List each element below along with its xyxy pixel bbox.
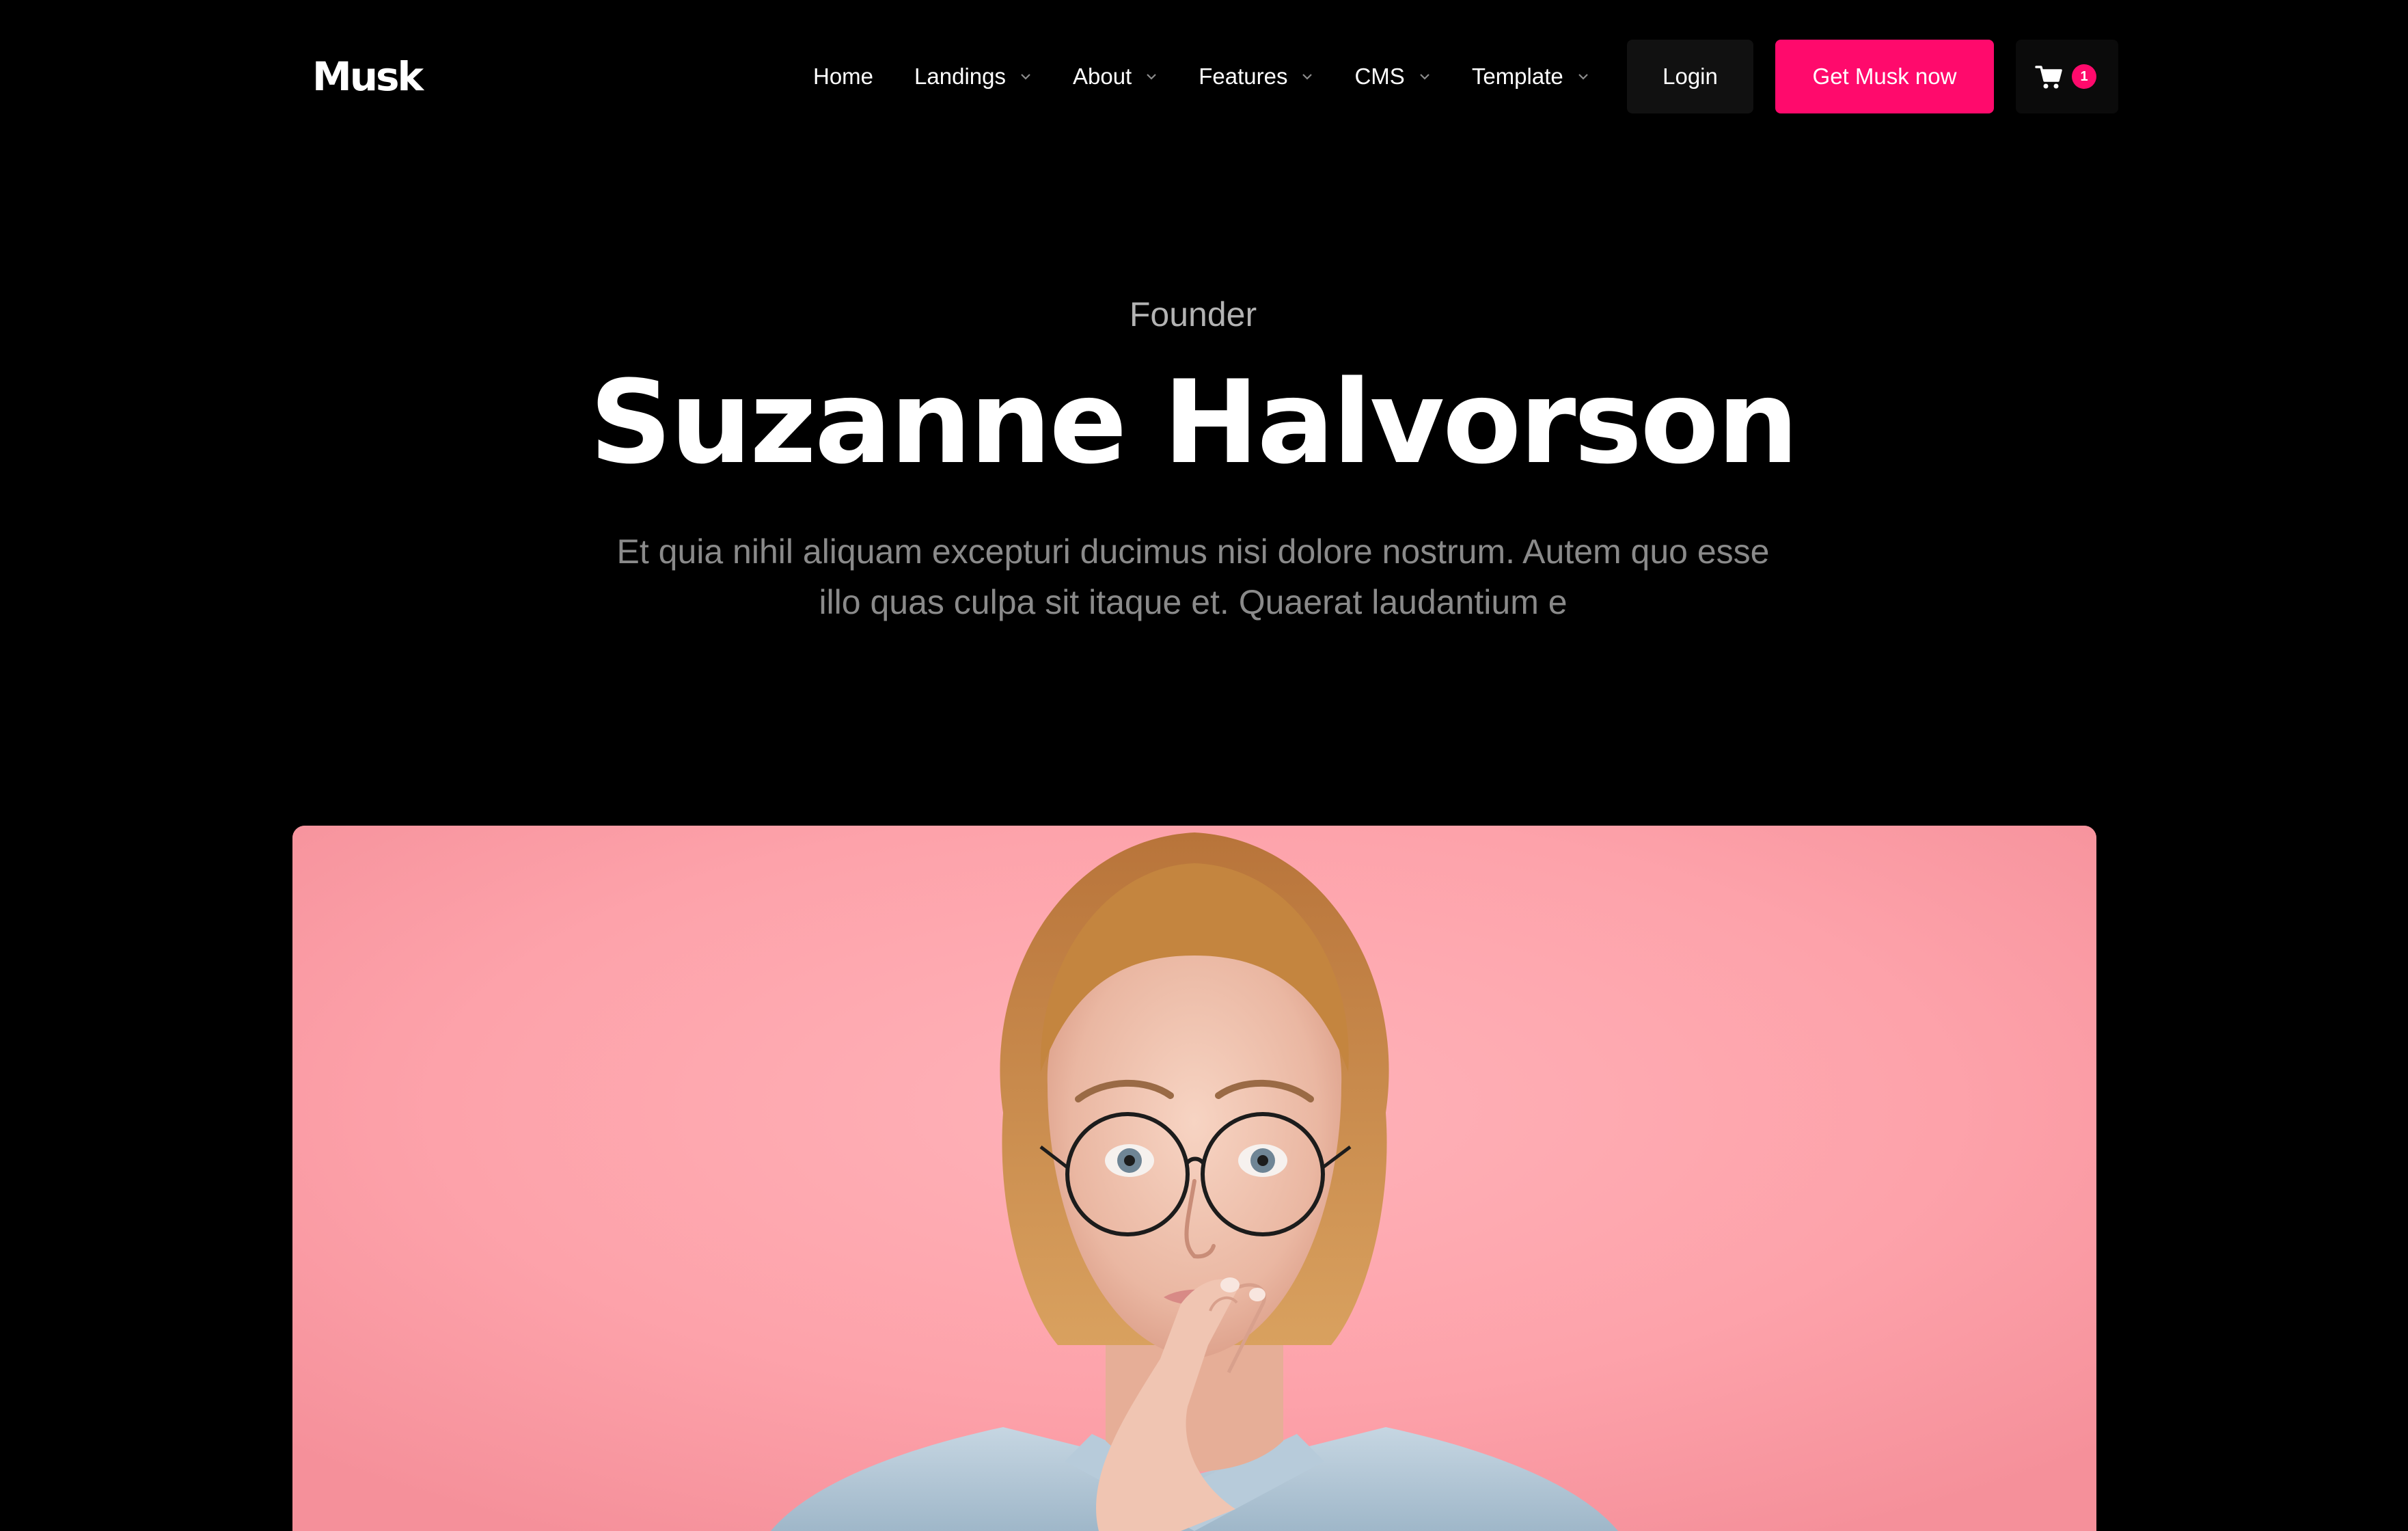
- nav-item-home[interactable]: Home: [813, 64, 873, 90]
- nav-item-about[interactable]: About: [1073, 64, 1158, 90]
- nav-item-label: Landings: [914, 64, 1006, 89]
- cart-count-badge: 1: [2072, 64, 2096, 89]
- chevron-down-icon: [1577, 72, 1589, 81]
- logo[interactable]: Musk: [312, 49, 424, 104]
- get-musk-now-button[interactable]: Get Musk now: [1775, 40, 1994, 113]
- nav-item-label: About: [1072, 64, 1132, 89]
- nav-item-label: Features: [1199, 64, 1288, 89]
- chevron-down-icon: [1145, 72, 1158, 81]
- chevron-down-icon: [1301, 72, 1313, 81]
- nav-item-landings[interactable]: Landings: [914, 64, 1032, 90]
- site-header: Musk Home Landings About Features CMS Te…: [0, 0, 2408, 153]
- hero-description: Et quia nihil aliquam excepturi ducimus …: [616, 532, 1770, 621]
- main-nav: Home Landings About Features CMS Templat…: [813, 40, 1630, 113]
- nav-item-cms[interactable]: CMS: [1354, 64, 1430, 90]
- nav-item-template[interactable]: Template: [1472, 64, 1589, 90]
- nav-item-label: CMS: [1354, 64, 1405, 89]
- nav-item-label: Home: [813, 64, 874, 89]
- founder-photo: [292, 826, 2096, 1531]
- cart-button[interactable]: 1: [2016, 40, 2118, 113]
- chevron-down-icon: [1020, 72, 1032, 81]
- cart-icon: [2035, 63, 2064, 90]
- hero-title: Suzanne Halvorson: [589, 355, 1799, 489]
- nav-item-features[interactable]: Features: [1199, 64, 1313, 90]
- nav-item-label: Template: [1471, 64, 1563, 89]
- portrait-illustration: [292, 826, 2096, 1531]
- chevron-down-icon: [1419, 72, 1431, 81]
- hero-role: Founder: [1129, 295, 1257, 334]
- login-button[interactable]: Login: [1627, 40, 1753, 113]
